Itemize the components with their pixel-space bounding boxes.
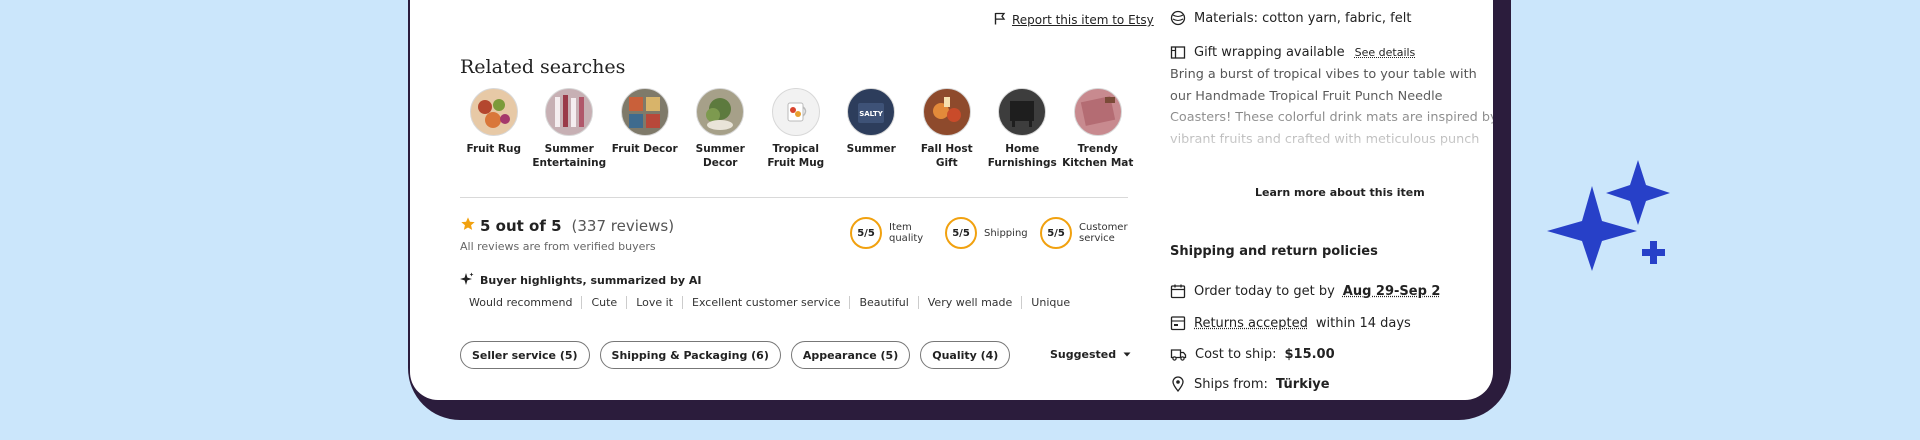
related-searches-list: Fruit Rug Summer Entertaining Fruit Deco… bbox=[456, 88, 1136, 170]
filter-shipping-packaging[interactable]: Shipping & Packaging (6) bbox=[599, 341, 781, 369]
caret-down-icon bbox=[1122, 348, 1132, 363]
returns-accepted-link[interactable]: Returns accepted bbox=[1194, 316, 1308, 331]
highlight-tag[interactable]: Love it bbox=[627, 296, 683, 309]
delivery-prefix: Order today to get by bbox=[1194, 283, 1335, 299]
ships-from-value: Türkiye bbox=[1275, 376, 1330, 392]
see-details-link[interactable]: See details bbox=[1355, 46, 1416, 59]
verified-buyers-note: All reviews are from verified buyers bbox=[460, 240, 656, 253]
score-circle: 5/5 bbox=[850, 217, 882, 249]
related-search-thumbnail bbox=[545, 88, 594, 136]
highlight-tags: Would recommend Cute Love it Excellent c… bbox=[460, 296, 1079, 309]
related-search-fall-host-gift[interactable]: Fall Host Gift bbox=[909, 88, 985, 170]
score-label: Customer service bbox=[1079, 222, 1128, 244]
related-search-thumbnail bbox=[998, 88, 1047, 136]
related-search-tropical-fruit-mug[interactable]: Tropical Fruit Mug bbox=[758, 88, 834, 170]
shipping-cost-value: $15.00 bbox=[1284, 346, 1335, 362]
ships-from-row: Ships from: Türkiye bbox=[1170, 376, 1330, 392]
sparkle-decoration-icon bbox=[1543, 155, 1675, 289]
ships-from-label: Ships from: bbox=[1194, 376, 1268, 392]
related-search-thumbnail: SALTY bbox=[847, 88, 896, 136]
related-search-label: Summer Entertaining bbox=[532, 143, 607, 169]
related-search-summer[interactable]: SALTY Summer bbox=[834, 88, 910, 170]
shipping-cost-label: Cost to ship: bbox=[1195, 346, 1277, 362]
filter-quality[interactable]: Quality (4) bbox=[920, 341, 1011, 369]
materials-row: Materials: cotton yarn, fabric, felt bbox=[1170, 10, 1411, 26]
filter-appearance[interactable]: Appearance (5) bbox=[790, 341, 911, 369]
returns-window: within 14 days bbox=[1315, 315, 1411, 331]
highlight-tag[interactable]: Very well made bbox=[919, 296, 1023, 309]
gift-wrap-icon bbox=[1170, 44, 1186, 60]
related-search-thumbnail bbox=[469, 88, 518, 136]
filter-seller-service[interactable]: Seller service (5) bbox=[460, 341, 590, 369]
highlight-tag[interactable]: Cute bbox=[582, 296, 628, 309]
score-item-quality: 5/5 Item quality bbox=[850, 217, 929, 249]
score-label: Shipping bbox=[984, 227, 1028, 239]
score-shipping: 5/5 Shipping bbox=[945, 217, 1034, 249]
related-search-fruit-rug[interactable]: Fruit Rug bbox=[456, 88, 532, 170]
section-divider bbox=[460, 197, 1128, 198]
related-search-home-furnishings[interactable]: Home Furnishings bbox=[985, 88, 1061, 170]
listing-screen: Report this item to Etsy Related searche… bbox=[410, 0, 1493, 400]
flag-icon bbox=[994, 12, 1006, 28]
related-search-label: Fruit Decor bbox=[611, 143, 678, 155]
related-search-label: Trendy Kitchen Mat bbox=[1062, 143, 1134, 169]
star-icon bbox=[460, 216, 476, 236]
learn-more-button[interactable]: Learn more about this item bbox=[1255, 186, 1425, 199]
review-count: (337 reviews) bbox=[571, 217, 675, 235]
shipping-cost-row: Cost to ship: $15.00 bbox=[1170, 346, 1335, 362]
shipping-policies-title: Shipping and return policies bbox=[1170, 244, 1378, 259]
gift-wrapping-row: Gift wrapping available See details bbox=[1170, 44, 1415, 60]
related-search-label: Tropical Fruit Mug bbox=[767, 143, 825, 169]
highlight-tag[interactable]: Excellent customer service bbox=[683, 296, 851, 309]
related-search-trendy-kitchen-mat[interactable]: Trendy Kitchen Mat bbox=[1060, 88, 1136, 170]
highlights-title: Buyer highlights, summarized by AI bbox=[480, 274, 702, 287]
related-search-label: Fall Host Gift bbox=[920, 143, 973, 169]
description-fade bbox=[1170, 92, 1493, 154]
score-circle: 5/5 bbox=[1040, 217, 1072, 249]
score-customer-service: 5/5 Customer service bbox=[1040, 217, 1129, 249]
buyer-highlights-header: Buyer highlights, summarized by AI bbox=[460, 272, 701, 289]
related-search-thumbnail bbox=[771, 88, 820, 136]
score-circle: 5/5 bbox=[945, 217, 977, 249]
highlight-tag[interactable]: Beautiful bbox=[850, 296, 919, 309]
related-search-thumbnail bbox=[922, 88, 971, 136]
related-search-summer-decor[interactable]: Summer Decor bbox=[683, 88, 759, 170]
materials-icon bbox=[1170, 10, 1186, 26]
related-search-fruit-decor[interactable]: Fruit Decor bbox=[607, 88, 683, 170]
materials-text: Materials: cotton yarn, fabric, felt bbox=[1194, 10, 1412, 26]
calendar-icon bbox=[1170, 283, 1186, 299]
score-label: Item quality bbox=[889, 222, 924, 244]
highlight-tag[interactable]: Would recommend bbox=[460, 296, 583, 309]
salty-thumb-text: SALTY bbox=[859, 110, 884, 118]
sort-dropdown[interactable]: Suggested bbox=[1050, 348, 1132, 363]
related-search-label: Summer bbox=[846, 143, 896, 155]
related-search-summer-entertaining[interactable]: Summer Entertaining bbox=[532, 88, 608, 170]
report-label: Report this item to Etsy bbox=[1012, 13, 1154, 27]
related-search-label: Home Furnishings bbox=[987, 143, 1057, 169]
rating-summary: 5 out of 5 (337 reviews) bbox=[460, 216, 674, 236]
highlight-tag[interactable]: Unique bbox=[1022, 296, 1079, 309]
related-search-thumbnail bbox=[620, 88, 669, 136]
gift-wrapping-text: Gift wrapping available bbox=[1194, 44, 1345, 60]
review-filters: Seller service (5) Shipping & Packaging … bbox=[460, 341, 1011, 369]
related-search-label: Fruit Rug bbox=[466, 143, 521, 155]
report-link[interactable]: Report this item to Etsy bbox=[994, 12, 1154, 28]
related-searches-title: Related searches bbox=[460, 56, 626, 78]
related-search-thumbnail bbox=[696, 88, 745, 136]
rating-text: 5 out of 5 bbox=[480, 217, 562, 235]
delivery-date[interactable]: Aug 29-Sep 2 bbox=[1343, 284, 1441, 299]
truck-icon bbox=[1170, 346, 1187, 362]
returns-icon bbox=[1170, 315, 1186, 331]
related-search-thumbnail bbox=[1073, 88, 1122, 136]
delivery-row: Order today to get by Aug 29-Sep 2 bbox=[1170, 283, 1440, 299]
related-search-label: Summer Decor bbox=[695, 143, 745, 169]
ai-sparkle-icon bbox=[460, 272, 474, 289]
sort-label: Suggested bbox=[1050, 348, 1117, 361]
returns-row: Returns accepted within 14 days bbox=[1170, 315, 1411, 331]
location-pin-icon bbox=[1170, 376, 1186, 392]
